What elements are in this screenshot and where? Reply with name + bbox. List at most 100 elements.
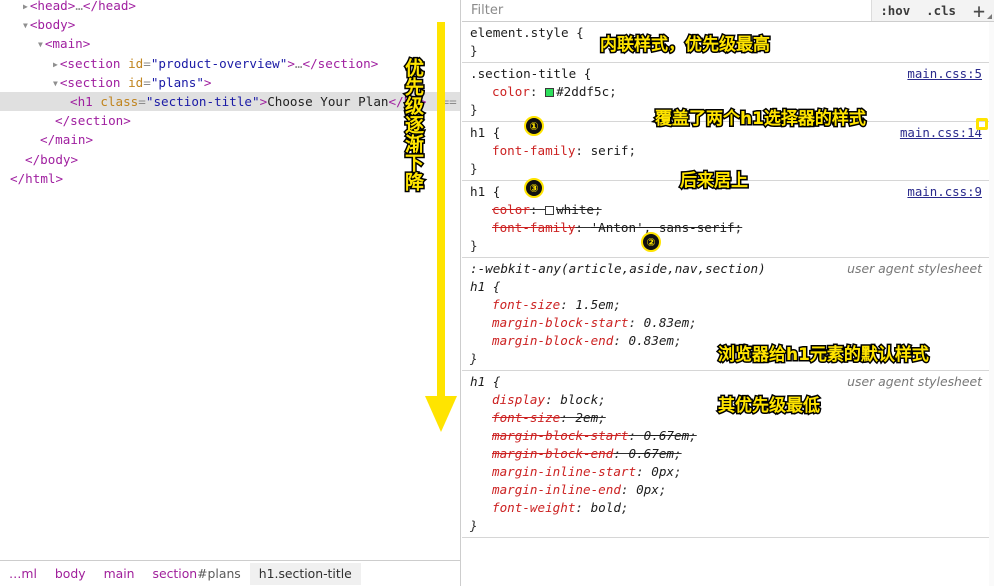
dom-node-row[interactable]: <section id="plans"> bbox=[0, 73, 460, 92]
chevron-right-icon[interactable] bbox=[53, 60, 58, 69]
css-colon: : bbox=[575, 143, 591, 158]
selector-text: h1 { bbox=[470, 374, 501, 389]
dom-token: … bbox=[75, 0, 83, 13]
css-declaration[interactable]: font-family: serif; bbox=[470, 142, 988, 160]
dom-token: "plans" bbox=[150, 74, 204, 90]
css-property[interactable]: display bbox=[492, 392, 545, 407]
css-value[interactable]: 'Anton', sans-serif bbox=[591, 220, 735, 235]
breadcrumb-item[interactable]: body bbox=[46, 563, 95, 585]
css-property[interactable]: margin-block-end bbox=[492, 333, 613, 348]
css-value[interactable]: 0px bbox=[651, 464, 674, 479]
css-value[interactable]: bold bbox=[591, 500, 621, 515]
dom-token: <main> bbox=[44, 36, 91, 52]
css-property[interactable]: color bbox=[492, 84, 530, 99]
style-rules-list: element.style {} .section-title { main.css… bbox=[462, 22, 994, 538]
css-declaration[interactable]: margin-inline-start: 0px; bbox=[470, 463, 988, 481]
css-property[interactable]: font-family bbox=[492, 143, 575, 158]
rule-origin-ua: user agent stylesheet bbox=[847, 374, 982, 389]
color-swatch-icon[interactable] bbox=[545, 88, 555, 97]
dom-node-row[interactable]: <main> bbox=[0, 34, 460, 53]
css-semicolon: ; bbox=[620, 500, 629, 515]
dom-node-row[interactable]: <section id="product-overview">…</sectio… bbox=[0, 54, 460, 73]
hov-button[interactable]: :hov bbox=[872, 0, 919, 21]
rule-origin-link[interactable]: main.css:5 bbox=[907, 65, 982, 83]
css-declaration[interactable]: color: #2ddf5c; bbox=[470, 83, 988, 101]
breadcrumb[interactable]: …ml body main section#plans h1.section-title bbox=[0, 560, 460, 586]
css-semicolon: ; bbox=[598, 410, 606, 425]
rule-origin-link[interactable]: main.css:9 bbox=[907, 183, 982, 201]
css-property[interactable]: color bbox=[492, 202, 530, 217]
css-declaration[interactable]: font-weight: bold; bbox=[470, 499, 988, 517]
dom-node-row[interactable]: <body> bbox=[0, 15, 460, 34]
style-rule[interactable]: h1 {main.css:14 font-family: serif;} bbox=[462, 122, 994, 181]
css-semicolon: ; bbox=[734, 220, 743, 235]
rule-origin-ua: user agent stylesheet bbox=[847, 261, 982, 276]
css-property[interactable]: font-size bbox=[492, 410, 560, 425]
dom-tree[interactable]: <head>…</head><body> <main> <section id="p… bbox=[0, 0, 460, 188]
css-colon: : bbox=[613, 446, 629, 461]
filter-input[interactable] bbox=[462, 0, 873, 21]
dom-node-row[interactable]: <head>…</head> bbox=[0, 0, 460, 15]
css-property[interactable]: margin-block-start bbox=[492, 315, 628, 330]
style-rule[interactable]: .section-title { main.css:5 color: #2ddf5c… bbox=[462, 63, 994, 122]
css-declaration[interactable]: display: block; bbox=[470, 391, 988, 409]
css-declaration[interactable]: margin-inline-end: 0px; bbox=[470, 481, 988, 499]
rule-close-brace: } bbox=[470, 351, 478, 366]
css-value[interactable]: 0.83em bbox=[629, 333, 675, 348]
css-value[interactable]: #2ddf5c bbox=[556, 84, 609, 99]
css-property[interactable]: font-family bbox=[492, 220, 575, 235]
color-swatch-icon[interactable] bbox=[545, 206, 555, 215]
css-value[interactable]: 0.67em bbox=[629, 446, 675, 461]
css-declaration[interactable]: font-size: 1.5em; bbox=[470, 296, 988, 314]
css-declaration[interactable]: font-size: 2em; bbox=[470, 409, 988, 427]
css-value[interactable]: 1.5em bbox=[575, 297, 613, 312]
css-value[interactable]: 0px bbox=[636, 482, 659, 497]
css-value[interactable]: block bbox=[560, 392, 598, 407]
css-declaration[interactable]: margin-block-start: 0.67em; bbox=[470, 427, 988, 445]
dom-node-row[interactable]: <h1 class="section-title">Choose Your Pl… bbox=[0, 91, 460, 112]
styles-scrollbar[interactable] bbox=[989, 22, 994, 586]
chevron-down-icon[interactable] bbox=[38, 40, 43, 49]
chevron-down-icon[interactable] bbox=[53, 79, 58, 88]
css-value[interactable]: 0.67em bbox=[644, 428, 690, 443]
dom-node-row[interactable]: </html> bbox=[0, 169, 460, 188]
css-property[interactable]: margin-block-start bbox=[492, 428, 628, 443]
rule-selector[interactable]: h1 { bbox=[470, 278, 988, 296]
css-declaration[interactable]: font-family: 'Anton', sans-serif; bbox=[470, 219, 988, 237]
chevron-right-icon[interactable] bbox=[23, 2, 28, 11]
selector-text: element.style { bbox=[470, 25, 584, 40]
css-value[interactable]: 0.83em bbox=[644, 315, 690, 330]
breadcrumb-item[interactable]: section#plans bbox=[144, 563, 250, 585]
css-property[interactable]: font-size bbox=[492, 297, 560, 312]
dom-node-row[interactable]: </section> bbox=[0, 111, 460, 130]
css-value[interactable]: 2em bbox=[575, 410, 598, 425]
breadcrumb-item[interactable]: h1.section-title bbox=[249, 562, 361, 585]
css-declaration[interactable]: margin-block-end: 0.67em; bbox=[470, 445, 988, 463]
style-rule[interactable]: element.style {} bbox=[462, 22, 994, 63]
css-declaration[interactable]: color: white; bbox=[470, 201, 988, 219]
breadcrumb-item[interactable]: …ml bbox=[0, 563, 46, 585]
dom-node-row[interactable]: </main> bbox=[0, 130, 460, 149]
css-property[interactable]: margin-block-end bbox=[492, 446, 613, 461]
css-property[interactable]: font-weight bbox=[492, 500, 575, 515]
css-declaration[interactable]: margin-block-start: 0.83em; bbox=[470, 314, 988, 332]
css-value[interactable]: white bbox=[556, 202, 594, 217]
style-rule[interactable]: h1 { main.css:9 color: white; font-family: … bbox=[462, 181, 994, 258]
dom-node-row[interactable]: </body> bbox=[0, 150, 460, 169]
chevron-down-icon[interactable] bbox=[23, 21, 28, 30]
css-property[interactable]: margin-inline-end bbox=[492, 482, 621, 497]
selector-text: .section-title { bbox=[470, 66, 592, 81]
breadcrumb-label: main bbox=[103, 565, 135, 581]
css-property[interactable]: margin-inline-start bbox=[492, 464, 636, 479]
css-value[interactable]: serif bbox=[591, 143, 629, 158]
rule-selector[interactable]: element.style { bbox=[470, 24, 988, 42]
rule-origin-link[interactable]: main.css:14 bbox=[900, 124, 982, 142]
new-style-rule-button[interactable]: + bbox=[964, 0, 994, 23]
selector-text: h1 { bbox=[470, 184, 501, 199]
dom-token: </main> bbox=[40, 132, 94, 148]
css-declaration[interactable]: margin-block-end: 0.83em; bbox=[470, 332, 988, 350]
style-rule[interactable]: :-webkit-any(article,aside,nav,section) h… bbox=[462, 258, 994, 371]
breadcrumb-item[interactable]: main bbox=[95, 563, 144, 585]
cls-button[interactable]: .cls bbox=[918, 0, 964, 21]
style-rule[interactable]: h1 { user agent stylesheet display: block;… bbox=[462, 371, 994, 538]
